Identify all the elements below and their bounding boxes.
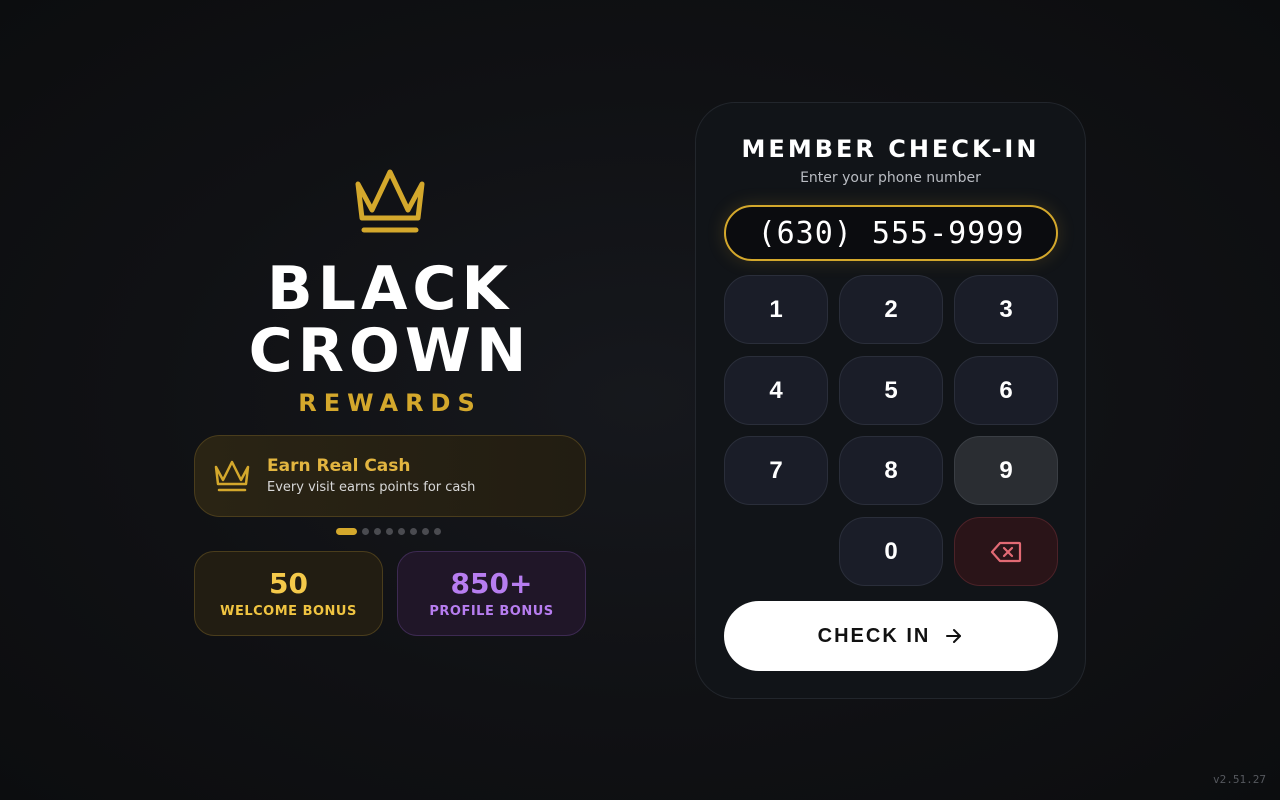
checkin-panel: MEMBER CHECK-IN Enter your phone number … xyxy=(695,102,1086,699)
keypad-key-1[interactable]: 1 xyxy=(724,275,828,344)
brand-name-line2: CROWN xyxy=(248,316,532,386)
panel-title: MEMBER CHECK-IN xyxy=(741,135,1040,163)
version-label: v2.51.27 xyxy=(1213,773,1266,786)
carousel-dot[interactable] xyxy=(362,528,369,535)
welcome-bonus-value: 50 xyxy=(269,567,308,600)
keypad-key-2[interactable]: 2 xyxy=(839,275,943,344)
promo-text: Earn Real Cash Every visit earns points … xyxy=(267,455,475,498)
phone-display[interactable]: (630) 555-9999 xyxy=(724,205,1058,261)
keypad-key-7[interactable]: 7 xyxy=(724,436,828,505)
promo-description: Every visit earns points for cash xyxy=(267,479,476,495)
brand-name-line1: BLACK xyxy=(267,254,513,324)
backspace-icon xyxy=(990,541,1022,562)
crown-icon xyxy=(355,169,425,233)
carousel-dots xyxy=(336,528,446,535)
crown-icon xyxy=(214,460,250,492)
carousel-dot[interactable] xyxy=(386,528,393,535)
carousel-dot[interactable] xyxy=(422,528,429,535)
carousel-dot[interactable] xyxy=(410,528,417,535)
profile-bonus-label: PROFILE BONUS xyxy=(429,604,554,619)
keypad-key-6[interactable]: 6 xyxy=(954,356,1058,425)
welcome-bonus-card: 50 WELCOME BONUS xyxy=(194,551,383,636)
panel-subtitle: Enter your phone number xyxy=(800,170,981,186)
keypad-key-9[interactable]: 9 xyxy=(954,436,1058,505)
welcome-bonus-label: WELCOME BONUS xyxy=(220,604,357,619)
kiosk-screen: BLACK CROWN REWARDS Earn Real Cash Every… xyxy=(0,0,1280,800)
carousel-dot[interactable] xyxy=(398,528,405,535)
check-in-button[interactable]: CHECK IN xyxy=(724,601,1058,671)
promo-title: Earn Real Cash xyxy=(267,455,411,476)
brand-subtitle: REWARDS xyxy=(298,389,482,417)
keypad-key-4[interactable]: 4 xyxy=(724,356,828,425)
backspace-button[interactable] xyxy=(954,517,1058,586)
brand-block: BLACK CROWN REWARDS xyxy=(194,166,586,418)
arrow-right-icon xyxy=(946,629,962,643)
keypad-key-5[interactable]: 5 xyxy=(839,356,943,425)
promo-card[interactable]: Earn Real Cash Every visit earns points … xyxy=(194,435,586,517)
check-in-label: CHECK IN xyxy=(817,624,931,647)
profile-bonus-card: 850+ PROFILE BONUS xyxy=(397,551,586,636)
carousel-dot[interactable] xyxy=(336,528,357,535)
keypad-key-0[interactable]: 0 xyxy=(839,517,943,586)
keypad-key-8[interactable]: 8 xyxy=(839,436,943,505)
carousel-dot[interactable] xyxy=(434,528,441,535)
profile-bonus-value: 850+ xyxy=(450,567,533,600)
carousel-dot[interactable] xyxy=(374,528,381,535)
keypad-key-3[interactable]: 3 xyxy=(954,275,1058,344)
